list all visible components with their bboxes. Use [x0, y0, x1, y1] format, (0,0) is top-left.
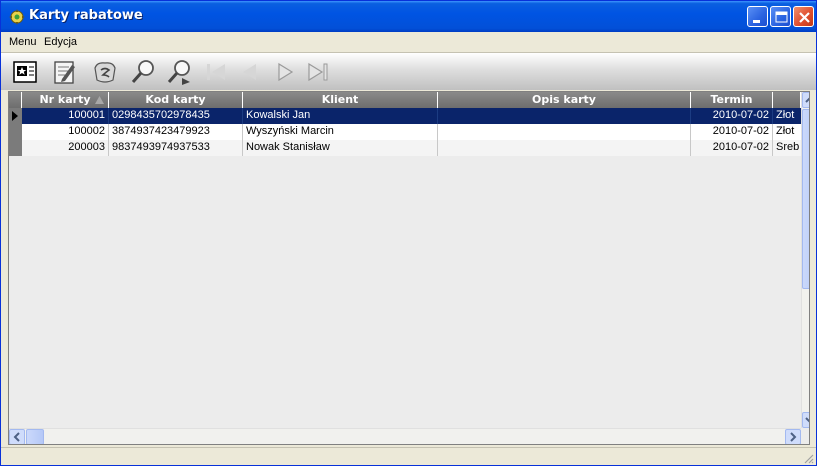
search-icon	[131, 60, 154, 83]
table-row[interactable]: 100001 0298435702978435 Kowalski Jan 201…	[22, 108, 801, 124]
row-indicator-header	[9, 92, 22, 108]
scroll-up-button[interactable]	[802, 92, 809, 108]
cell-kod-karty[interactable]: 3874937423479923	[109, 124, 243, 140]
cell-termin[interactable]: 2010-07-02	[691, 124, 773, 140]
table-row[interactable]: 200003 9837493974937533 Nowak Stanisław …	[22, 140, 801, 156]
column-header-kod-karty[interactable]: Kod karty	[109, 92, 243, 108]
main-window: Karty rabatowe Menu Edycja Nr karty Kod …	[0, 0, 817, 466]
column-header-termin[interactable]: Termin ważn.	[691, 92, 773, 122]
cell-kod-karty[interactable]: 9837493974937533	[109, 140, 243, 156]
title-bar[interactable]: Karty rabatowe	[1, 1, 816, 32]
status-bar	[1, 447, 816, 465]
minimize-icon	[753, 20, 760, 23]
menu-item-edycja[interactable]: Edycja	[44, 36, 77, 48]
menu-bar: Menu Edycja	[1, 32, 816, 52]
cell-termin[interactable]: 2010-07-02	[691, 108, 773, 124]
search-next-icon	[167, 60, 190, 85]
gear-icon	[9, 9, 25, 25]
column-header-klient[interactable]: Klient	[243, 92, 438, 108]
scroll-left-button[interactable]	[9, 429, 25, 444]
maximize-button[interactable]	[770, 6, 791, 27]
table-row[interactable]: 100002 3874937423479923 Wyszyński Marcin…	[22, 124, 801, 140]
delete-record-button[interactable]	[91, 58, 119, 86]
edit-record-button[interactable]	[50, 58, 78, 86]
delete-record-icon	[94, 62, 116, 83]
column-header-nr-karty[interactable]: Nr karty	[22, 92, 109, 108]
horizontal-scroll-thumb[interactable]	[26, 429, 44, 444]
cell-extra[interactable]: Sreb	[773, 140, 801, 156]
vertical-scroll-thumb[interactable]	[802, 109, 809, 289]
edit-record-icon	[54, 61, 75, 84]
cell-extra[interactable]: Złot	[773, 108, 801, 124]
cell-opis-karty[interactable]	[438, 108, 691, 124]
scroll-down-button[interactable]	[802, 412, 809, 428]
scroll-right-button[interactable]	[785, 429, 801, 444]
chevron-down-icon	[805, 417, 809, 423]
cell-klient[interactable]: Nowak Stanisław	[243, 140, 438, 156]
chevron-left-icon	[13, 432, 20, 442]
cell-opis-karty[interactable]	[438, 124, 691, 140]
current-row-arrow-icon	[12, 111, 18, 121]
cell-nr-karty[interactable]: 200003	[22, 140, 109, 156]
minimize-button[interactable]	[747, 6, 768, 27]
toolbar	[1, 52, 816, 90]
cell-termin[interactable]: 2010-07-02	[691, 140, 773, 156]
next-record-icon	[278, 62, 294, 82]
next-record-button[interactable]	[272, 58, 300, 86]
cell-klient[interactable]: Kowalski Jan	[243, 108, 438, 124]
search-next-button[interactable]	[165, 58, 193, 86]
resize-grip-icon[interactable]	[802, 452, 814, 464]
column-header-label: Nr karty	[39, 93, 91, 106]
horizontal-scrollbar[interactable]	[9, 428, 801, 444]
add-record-icon	[13, 61, 37, 83]
search-button[interactable]	[129, 58, 157, 86]
cell-opis-karty[interactable]	[438, 140, 691, 156]
cell-extra[interactable]: Złot	[773, 124, 801, 140]
first-record-button[interactable]	[203, 58, 231, 86]
menu-item-menu[interactable]: Menu	[9, 36, 37, 48]
add-record-button[interactable]	[11, 58, 39, 86]
sort-ascending-icon	[95, 96, 104, 104]
last-record-button[interactable]	[304, 58, 332, 86]
cell-klient[interactable]: Wyszyński Marcin	[243, 124, 438, 140]
cell-nr-karty[interactable]: 100001	[22, 108, 109, 124]
first-record-icon	[207, 64, 225, 80]
maximize-icon	[775, 11, 788, 23]
previous-record-button[interactable]	[235, 58, 263, 86]
data-grid[interactable]: Nr karty Kod karty Klient Opis karty Ter…	[8, 91, 810, 445]
previous-record-icon	[243, 64, 256, 80]
window-title: Karty rabatowe	[29, 8, 143, 23]
last-record-icon	[308, 62, 328, 82]
chevron-up-icon	[805, 97, 809, 103]
row-indicator-column	[9, 108, 22, 156]
column-header-extra[interactable]	[773, 92, 801, 108]
close-button[interactable]	[793, 6, 814, 27]
column-header-opis-karty[interactable]: Opis karty	[438, 92, 691, 108]
cell-kod-karty[interactable]: 0298435702978435	[109, 108, 243, 124]
close-icon	[799, 12, 810, 23]
cell-nr-karty[interactable]: 100002	[22, 124, 109, 140]
chevron-right-icon	[790, 432, 797, 442]
vertical-scrollbar[interactable]	[801, 92, 809, 428]
